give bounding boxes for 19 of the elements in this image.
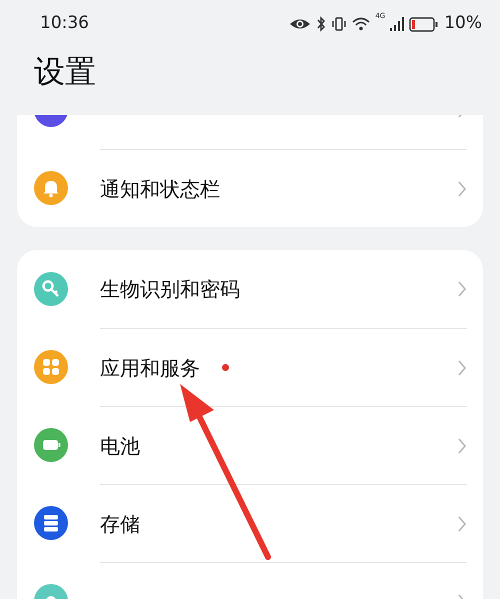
item-label[interactable]: 生物识别和密码 xyxy=(100,274,240,304)
chevron-icon xyxy=(457,514,467,532)
item-label[interactable]: 应用和服务 xyxy=(100,352,200,382)
chevron-icon xyxy=(457,358,467,376)
chevron-icon xyxy=(457,436,467,454)
battery-percent: 10% xyxy=(444,12,482,36)
vibrate-icon xyxy=(331,16,348,32)
chevron-icon xyxy=(457,180,467,198)
page-title: 设置 xyxy=(33,53,97,92)
battery-icon xyxy=(409,16,440,32)
item-label[interactable]: 通知和状态栏 xyxy=(100,174,220,204)
item-label[interactable]: 电池 xyxy=(100,430,140,460)
signal-icon xyxy=(390,17,404,31)
eye-icon xyxy=(289,17,312,31)
bluetooth-icon xyxy=(316,16,326,32)
status-time: 10:36 xyxy=(40,12,89,36)
chevron-icon xyxy=(457,280,467,298)
item-label[interactable]: 存储 xyxy=(100,508,140,538)
wifi-icon xyxy=(352,17,370,31)
